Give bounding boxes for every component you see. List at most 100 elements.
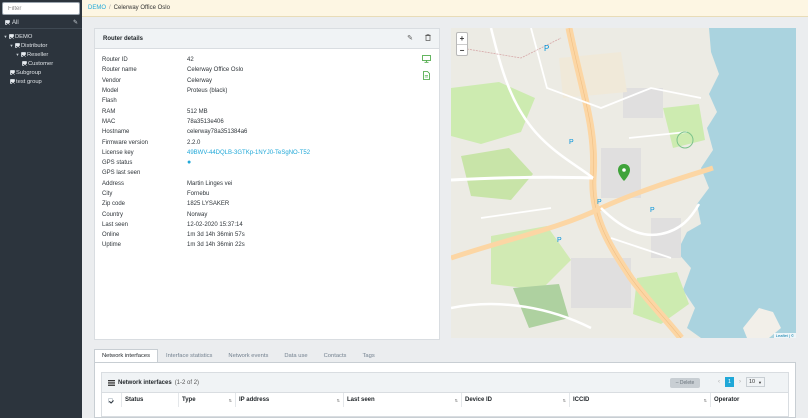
tree-node[interactable]: ▼ Distributor xyxy=(0,41,82,50)
delete-label: Delete xyxy=(679,380,695,386)
property-row: Vendor Celerway xyxy=(102,76,392,86)
tree-node[interactable]: ▼ Reseller xyxy=(0,50,82,59)
filter-input[interactable] xyxy=(8,5,74,12)
property-key: Model xyxy=(102,88,119,95)
sort-icon[interactable]: ⇅ xyxy=(337,398,340,403)
property-row: Last seen 12-02-2020 15:37:14 xyxy=(102,220,392,230)
zoom-out-button[interactable]: − xyxy=(457,44,467,55)
location-map[interactable]: P P P P P + − Leaflet | © xyxy=(451,28,796,338)
column-header-label: IP address xyxy=(239,397,270,403)
pagination: ‹ 1 › 10 ▼ xyxy=(718,377,765,387)
column-header[interactable]: ICCID ⇅ xyxy=(569,393,710,407)
breadcrumb: DEMO / Celerway Office Oslo xyxy=(82,0,808,17)
filter-field[interactable] xyxy=(2,2,80,15)
sort-icon[interactable]: ⇅ xyxy=(563,398,566,403)
tree-checkbox[interactable] xyxy=(9,34,14,39)
column-header[interactable]: Last seen ⇅ xyxy=(343,393,461,407)
next-page-icon[interactable]: › xyxy=(739,379,741,385)
tree-node-label: Customer xyxy=(28,60,54,67)
property-key: GPS last seen xyxy=(102,170,141,177)
tab-tags[interactable]: Tags xyxy=(354,349,382,363)
network-interfaces-header: Network interfaces (1-2 of 2) – Delete ‹… xyxy=(102,373,788,393)
property-value: 2.2.0 xyxy=(187,139,201,146)
edit-pencil-icon[interactable]: ✎ xyxy=(73,19,78,26)
property-key: License key xyxy=(102,149,134,156)
select-all-checkbox[interactable] xyxy=(108,397,113,403)
tab-interface-statistics[interactable]: Interface statistics xyxy=(158,349,220,363)
prev-page-icon[interactable]: ‹ xyxy=(718,379,720,385)
page-size-select[interactable]: 10 ▼ xyxy=(746,377,765,387)
property-key: Country xyxy=(102,211,124,218)
router-details-header: Router details ✎ xyxy=(95,29,439,49)
zoom-in-button[interactable]: + xyxy=(457,33,467,44)
tab-network-events[interactable]: Network events xyxy=(220,349,276,363)
delete-button[interactable]: – Delete xyxy=(670,378,700,388)
router-properties: Router ID 42 Router name Celerway Office Os… xyxy=(102,55,392,251)
tree-all-row[interactable]: All ✎ xyxy=(0,17,82,29)
tree-node-label: test group xyxy=(16,78,42,85)
property-row: Uptime 1m 3d 14h 36min 22s xyxy=(102,240,392,250)
tree-checkbox[interactable] xyxy=(22,61,27,66)
caret-down-icon[interactable]: ▼ xyxy=(9,43,14,48)
page-button-current[interactable]: 1 xyxy=(725,377,734,387)
caret-down-icon[interactable]: ▼ xyxy=(3,34,8,39)
map-attribution[interactable]: Leaflet | © xyxy=(773,333,796,338)
column-header[interactable]: Device ID ⇅ xyxy=(461,393,569,407)
tree-node[interactable]: Customer xyxy=(0,59,82,68)
tree-node[interactable]: test group xyxy=(0,77,82,86)
tree-node-label: Subgroup xyxy=(16,69,42,76)
svg-text:P: P xyxy=(557,237,562,244)
tab-contacts[interactable]: Contacts xyxy=(316,349,355,363)
breadcrumb-separator: / xyxy=(109,5,111,11)
tree-node[interactable]: Subgroup xyxy=(0,68,82,77)
tab-data-use[interactable]: Data use xyxy=(276,349,315,363)
property-row: License key 49BWV-44DQLB-3GTKp-1NYJ0-TeSg… xyxy=(102,148,392,158)
caret-down-icon[interactable]: ▼ xyxy=(15,52,20,57)
column-header[interactable]: Operator xyxy=(710,393,790,407)
svg-text:P: P xyxy=(650,207,655,214)
delete-trash-icon[interactable] xyxy=(425,34,431,43)
property-row: Hostname celerway78a351384a6 xyxy=(102,127,392,137)
column-header-label: Status xyxy=(125,397,144,403)
svg-text:P: P xyxy=(597,199,602,206)
property-key: GPS status xyxy=(102,160,133,167)
property-value: 1825 LYSAKER xyxy=(187,201,230,208)
property-key: City xyxy=(102,191,113,197)
breadcrumb-root-link[interactable]: DEMO xyxy=(88,5,106,11)
router-details-title: Router details xyxy=(103,35,144,42)
property-key: RAM xyxy=(102,108,116,115)
column-header-label: Device ID xyxy=(465,397,493,403)
column-header[interactable]: IP address ⇅ xyxy=(235,393,343,407)
property-row: GPS status ● xyxy=(102,158,392,168)
monitor-icon[interactable] xyxy=(422,55,431,65)
tree-node[interactable]: ▼ DEMO xyxy=(0,32,82,41)
network-interfaces-title: Network interfaces xyxy=(118,379,172,386)
all-label: All xyxy=(12,19,19,26)
sort-icon[interactable]: ⇅ xyxy=(229,398,232,403)
edit-icon[interactable]: ✎ xyxy=(407,34,413,43)
property-row: Flash xyxy=(102,96,392,106)
sort-icon[interactable]: ⇅ xyxy=(704,398,707,403)
sort-icon[interactable]: ⇅ xyxy=(455,398,458,403)
tree-checkbox[interactable] xyxy=(10,70,15,75)
property-row: RAM 512 MB xyxy=(102,106,392,116)
page-size-value: 10 xyxy=(749,379,756,385)
network-interfaces-count: (1-2 of 2) xyxy=(174,379,200,386)
tab-network-interfaces[interactable]: Network interfaces xyxy=(94,349,159,363)
tab-panel: Network interfaces (1-2 of 2) – Delete ‹… xyxy=(94,362,796,418)
document-icon[interactable] xyxy=(423,71,430,82)
tree-checkbox[interactable] xyxy=(21,52,26,57)
column-header[interactable]: Type ⇅ xyxy=(178,393,235,407)
group-tree: ▼ DEMO ▼ Distributor ▼ Reseller Customer Subgro… xyxy=(0,32,82,86)
property-value: celerway78a351384a6 xyxy=(187,129,248,136)
property-key: Uptime xyxy=(102,242,122,249)
property-row: GPS last seen xyxy=(102,168,392,178)
column-header[interactable]: Status xyxy=(121,393,178,407)
license-key-link[interactable]: 49BWV-44DQLB-3GTKp-1NYJ0-TeSgNO-T52 xyxy=(187,150,310,156)
property-row: Firmware version 2.2.0 xyxy=(102,137,392,147)
svg-text:P: P xyxy=(544,44,549,53)
property-key: Hostname xyxy=(102,129,130,136)
all-checkbox[interactable] xyxy=(5,20,10,25)
tree-checkbox[interactable] xyxy=(15,43,20,48)
tree-checkbox[interactable] xyxy=(10,79,15,84)
